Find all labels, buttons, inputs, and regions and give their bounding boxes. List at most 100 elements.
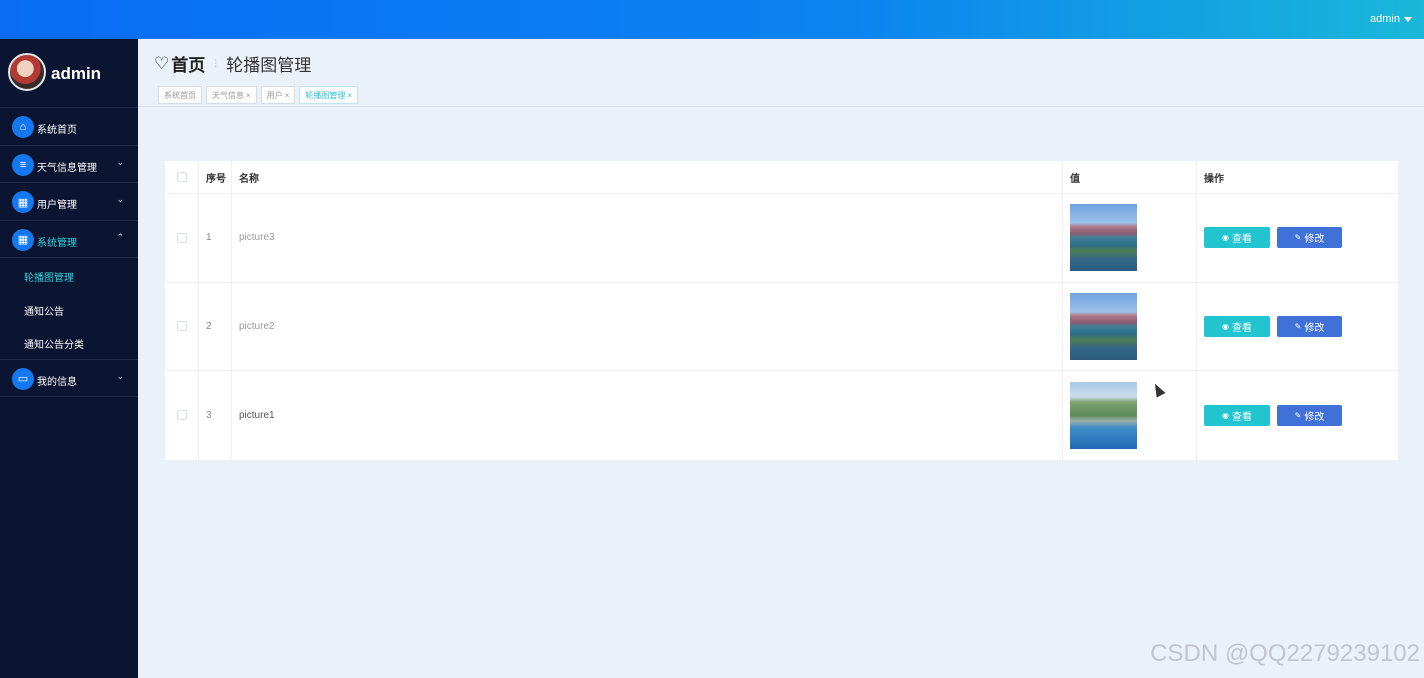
sidebar-subitem-carousel[interactable]: 轮播图管理 bbox=[0, 258, 138, 292]
close-icon[interactable]: × bbox=[347, 91, 352, 100]
header-cell: 值 bbox=[1063, 161, 1197, 193]
edit-button[interactable]: ✎ 修改 bbox=[1277, 315, 1342, 337]
table-header: 序号 名称 值 操作 bbox=[165, 161, 1398, 194]
row-name: picture1 bbox=[232, 371, 1063, 460]
close-icon[interactable]: × bbox=[246, 91, 251, 100]
user-name[interactable]: admin bbox=[1370, 13, 1400, 25]
home-icon: ⌂ bbox=[12, 116, 34, 138]
row-number: 2 bbox=[199, 282, 232, 370]
value-cell bbox=[1063, 371, 1197, 460]
row-checkbox[interactable] bbox=[176, 321, 187, 332]
header-checkbox-cell bbox=[165, 161, 199, 193]
tag-home[interactable]: 系统首页 bbox=[158, 86, 202, 104]
chevron-down-icon: ⌄ bbox=[116, 156, 124, 167]
header-cell: 名称 bbox=[232, 161, 1063, 193]
sidebar-item-users[interactable]: ▦ 用户管理 ⌄ bbox=[0, 183, 138, 221]
heart-icon: ♡ bbox=[154, 53, 170, 73]
view-button[interactable]: ◉ 查看 bbox=[1204, 315, 1270, 337]
watermark: CSDN @QQ2279239102 bbox=[1150, 640, 1420, 667]
tag-label: 系统首页 bbox=[164, 90, 196, 100]
select-all-checkbox[interactable] bbox=[176, 172, 187, 182]
value-cell bbox=[1063, 194, 1197, 282]
action-cell: ◉ 查看 ✎ 修改 bbox=[1197, 194, 1398, 282]
edit-button[interactable]: ✎ 修改 bbox=[1277, 227, 1342, 249]
table-row: 3 picture1 ◉ 查看 ✎ 修改 bbox=[165, 371, 1398, 460]
sidebar-item-label: 系统管理 bbox=[37, 237, 77, 249]
sidebar-item-my-info[interactable]: ▭ 我的信息 ⌄ bbox=[0, 360, 138, 397]
sidebar-item-label: 我的信息 bbox=[37, 376, 77, 388]
row-checkbox[interactable] bbox=[176, 232, 187, 243]
submenu: 轮播图管理 通知公告 通知公告分类 bbox=[0, 258, 138, 360]
eye-icon: ◉ bbox=[1222, 233, 1229, 243]
sidebar-item-system[interactable]: ▦ 系统管理 ⌃ bbox=[0, 221, 138, 258]
row-name: picture3 bbox=[232, 194, 1063, 282]
view-button[interactable]: ◉ 查看 bbox=[1204, 227, 1270, 249]
action-cell: ◉ 查看 ✎ 修改 bbox=[1197, 371, 1398, 460]
action-cell: ◉ 查看 ✎ 修改 bbox=[1197, 283, 1398, 371]
view-button-label: 查看 bbox=[1231, 411, 1252, 423]
sliders-icon: ≡ bbox=[12, 153, 34, 176]
table-row: 2 picture2 ◉ 查看 ✎ 修改 bbox=[165, 282, 1398, 371]
sidebar-item-home[interactable]: ⌂ 系统首页 bbox=[0, 108, 138, 146]
sidebar-item-weather[interactable]: ≡ 天气信息管理 ⌄ bbox=[0, 146, 138, 183]
sidebar-subitem-label: 通知公告 bbox=[24, 306, 64, 318]
page-header: ♡ 首页 ⋮ 轮播图管理 系统首页 天气信息 × 用户 × 轮播图管理 × bbox=[138, 39, 1424, 107]
chevron-down-icon: ⌄ bbox=[116, 370, 124, 381]
header-cell: 操作 bbox=[1204, 173, 1224, 185]
value-cell bbox=[1063, 282, 1197, 370]
pencil-icon: ✎ bbox=[1294, 233, 1302, 243]
row-name: picture2 bbox=[232, 282, 1063, 370]
tag-label: 轮播图管理 bbox=[305, 90, 346, 100]
sidebar-subitem-label: 通知公告分类 bbox=[24, 340, 84, 351]
row-checkbox[interactable] bbox=[176, 410, 187, 421]
breadcrumb-separator: ⋮ bbox=[211, 58, 221, 68]
sidebar-subitem-notice[interactable]: 通知公告 bbox=[0, 292, 138, 326]
sidebar-subitem-label: 轮播图管理 bbox=[24, 273, 74, 284]
thumbnail-image[interactable] bbox=[1070, 292, 1137, 360]
header-cell: 序号 bbox=[199, 161, 232, 193]
view-button-label: 查看 bbox=[1231, 234, 1252, 246]
checkbox-cell bbox=[165, 194, 199, 282]
eye-icon: ◉ bbox=[1222, 410, 1229, 420]
caret-down-icon[interactable] bbox=[1404, 16, 1412, 22]
tag-carousel[interactable]: 轮播图管理 × bbox=[299, 86, 359, 104]
tab-tags: 系统首页 天气信息 × 用户 × 轮播图管理 × bbox=[158, 86, 359, 104]
row-number: 1 bbox=[199, 194, 232, 282]
sidebar-item-label: 用户管理 bbox=[37, 200, 77, 211]
chevron-down-icon: ⌄ bbox=[116, 194, 124, 204]
edit-button-label: 修改 bbox=[1304, 322, 1325, 334]
profile: admin bbox=[0, 39, 138, 108]
top-bar: admin bbox=[0, 0, 1424, 39]
user-menu[interactable]: admin bbox=[1370, 13, 1412, 25]
chevron-up-icon: ⌃ bbox=[116, 231, 124, 242]
thumbnail-image[interactable] bbox=[1070, 204, 1137, 272]
sidebar: admin ⌂ 系统首页 ≡ 天气信息管理 ⌄ ▦ 用户管理 ⌄ ▦ 系统管理 … bbox=[0, 39, 138, 678]
breadcrumb-current: 轮播图管理 bbox=[226, 56, 312, 75]
pencil-icon: ✎ bbox=[1294, 410, 1302, 420]
tag-weather[interactable]: 天气信息 × bbox=[206, 86, 257, 104]
eye-icon: ◉ bbox=[1222, 321, 1229, 331]
tag-users[interactable]: 用户 × bbox=[260, 86, 296, 104]
carousel-table: 序号 名称 值 操作 1 picture3 ◉ 查看 ✎ 修改 2 picture2… bbox=[165, 161, 1398, 460]
close-icon[interactable]: × bbox=[285, 91, 290, 100]
table-row: 1 picture3 ◉ 查看 ✎ 修改 bbox=[165, 194, 1398, 283]
sidebar-item-label: 天气信息管理 bbox=[37, 162, 97, 174]
checkbox-cell bbox=[165, 371, 199, 460]
row-number: 3 bbox=[199, 371, 232, 460]
breadcrumb: ♡ 首页 ⋮ 轮播图管理 bbox=[154, 51, 311, 76]
pencil-icon: ✎ bbox=[1294, 321, 1302, 331]
tag-label: 用户 bbox=[266, 90, 283, 100]
edit-button-label: 修改 bbox=[1304, 411, 1325, 423]
breadcrumb-home[interactable]: 首页 bbox=[171, 51, 205, 76]
sidebar-subitem-notice-category[interactable]: 通知公告分类 bbox=[0, 325, 138, 359]
edit-button-label: 修改 bbox=[1304, 234, 1325, 246]
view-button-label: 查看 bbox=[1231, 322, 1252, 334]
view-button[interactable]: ◉ 查看 bbox=[1204, 404, 1270, 426]
profile-name: admin bbox=[51, 64, 102, 83]
grid-icon: ▦ bbox=[12, 191, 34, 213]
avatar bbox=[8, 53, 46, 91]
thumbnail-image[interactable] bbox=[1070, 381, 1137, 449]
checkbox-cell bbox=[165, 282, 199, 370]
apps-icon: ▦ bbox=[12, 228, 34, 251]
edit-button[interactable]: ✎ 修改 bbox=[1277, 404, 1342, 426]
